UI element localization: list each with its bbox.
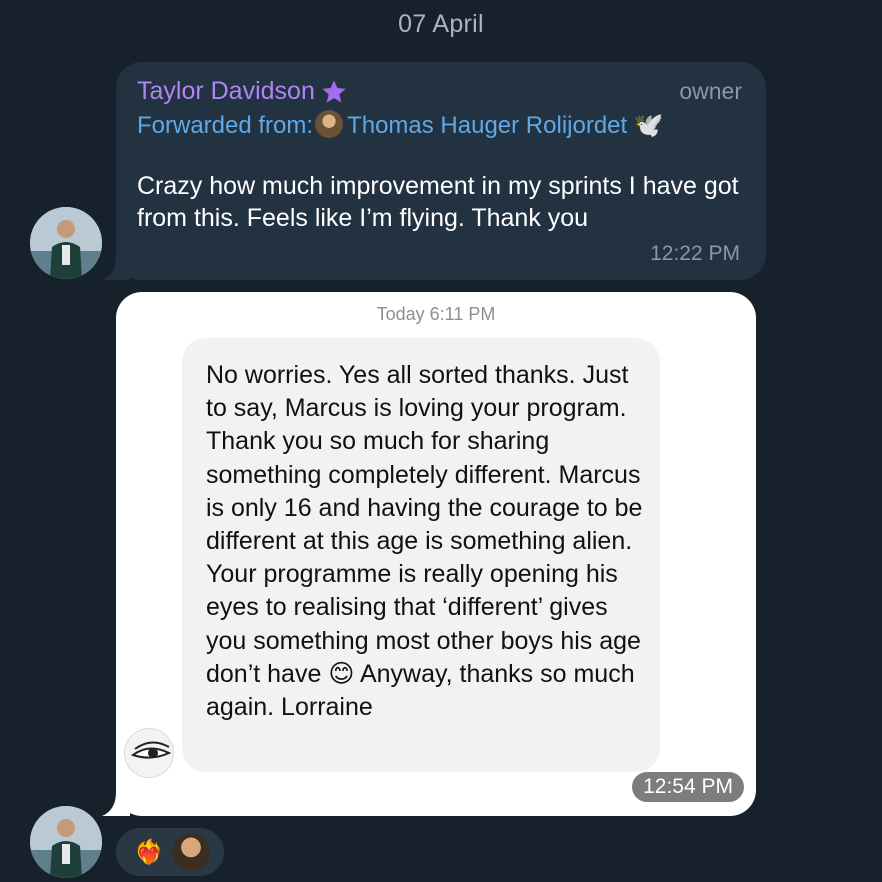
- reactions-bar[interactable]: ❤️‍🔥: [116, 828, 224, 876]
- dove-emoji-icon: 🕊️: [633, 112, 664, 139]
- chat-view: 07 April Taylor Davidson owner Forwarded…: [0, 0, 882, 882]
- forwarded-from-line[interactable]: Forwarded from: Thomas Hauger Rolijordet …: [137, 110, 697, 141]
- bubble-tail-icon: [102, 792, 130, 816]
- forward-source-name[interactable]: Thomas Hauger Rolijordet: [347, 112, 627, 139]
- star-icon: [322, 79, 346, 102]
- message-text: Crazy how much improvement in my sprints…: [137, 172, 739, 232]
- screenshot-inner-bubble: No worries. Yes all sorted thanks. Just …: [182, 338, 660, 772]
- screenshot-contact-avatar: [124, 728, 174, 778]
- heart-on-fire-icon[interactable]: ❤️‍🔥: [134, 838, 164, 867]
- sender-name-row[interactable]: Taylor Davidson: [137, 77, 349, 106]
- image-message-bubble[interactable]: Today 6:11 PM No worries. Yes all sorted…: [102, 292, 756, 816]
- image-time-badge: 12:54 PM: [632, 772, 744, 802]
- message-time: 12:22 PM: [650, 242, 740, 265]
- sender-avatar[interactable]: [30, 806, 102, 878]
- forward-source-avatar: [315, 110, 344, 138]
- date-separator: 07 April: [398, 10, 484, 38]
- screenshot-header-time: Today 6:11 PM: [376, 304, 496, 324]
- screenshot-text: No worries. Yes all sorted thanks. Just …: [206, 361, 643, 722]
- forwarded-message-bubble[interactable]: Taylor Davidson owner Forwarded from: Tho…: [102, 62, 766, 280]
- reactor-avatar[interactable]: [171, 833, 210, 871]
- sender-name[interactable]: Taylor Davidson: [137, 77, 315, 106]
- role-label: owner: [679, 78, 742, 104]
- bubble-tail-icon: [102, 256, 130, 280]
- forwarded-prefix: Forwarded from:: [137, 112, 314, 139]
- sender-avatar[interactable]: [30, 207, 102, 279]
